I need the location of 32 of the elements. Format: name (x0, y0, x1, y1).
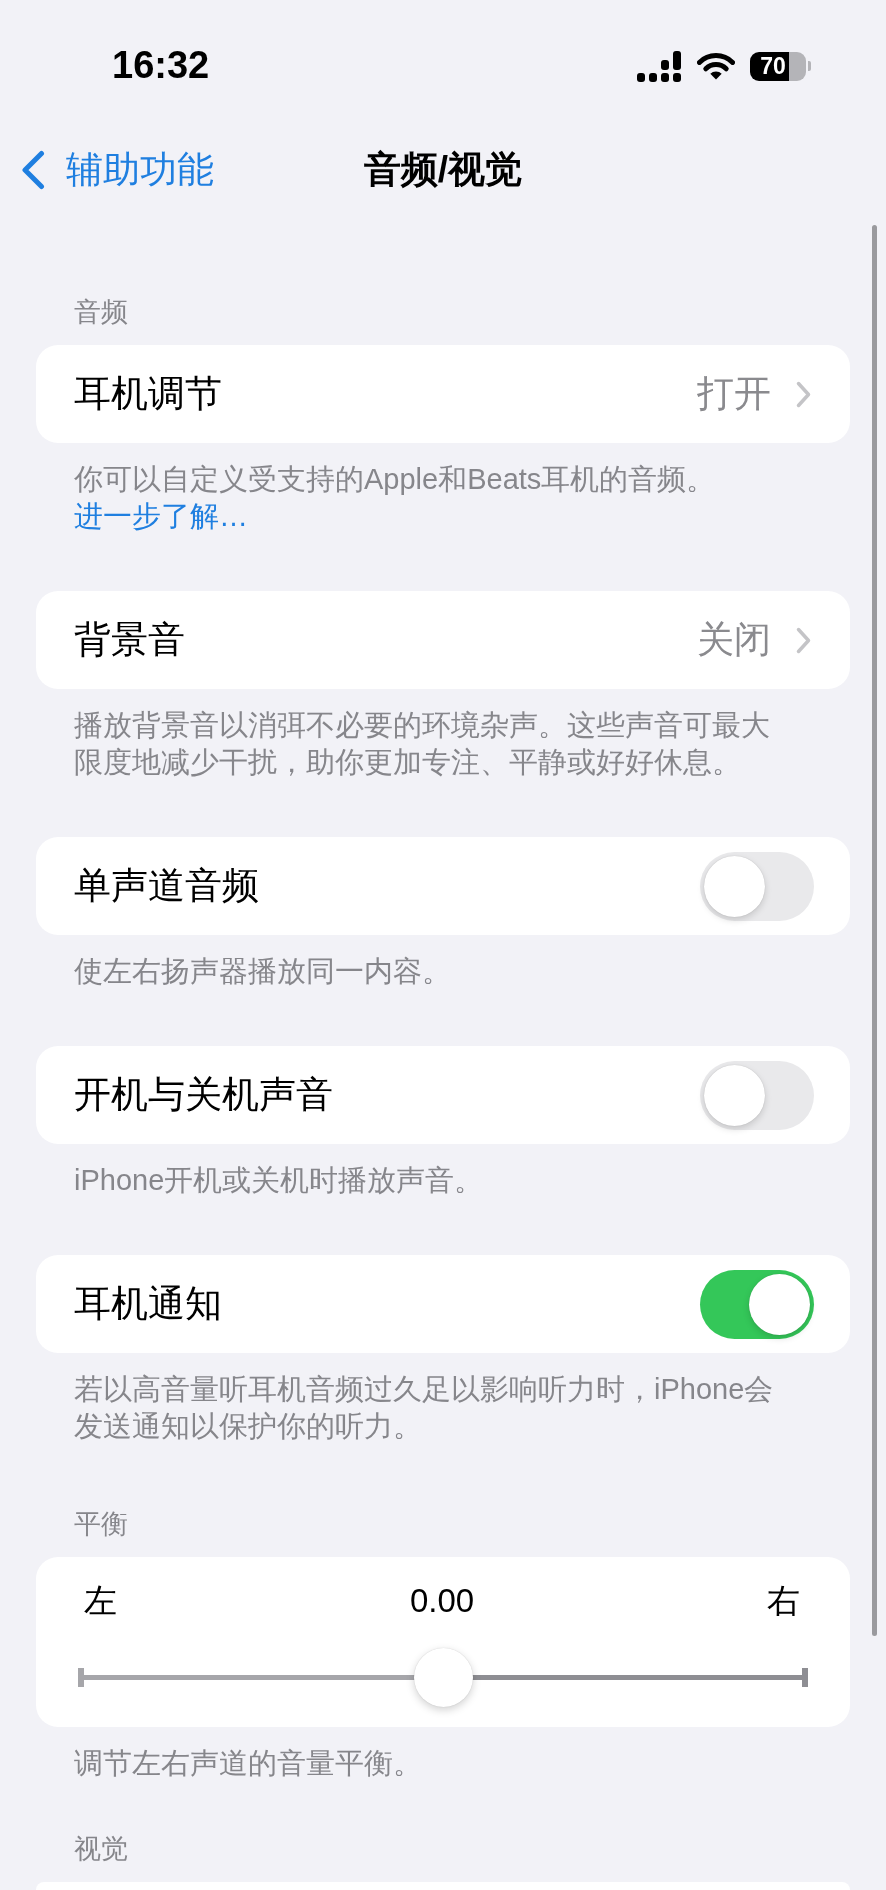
row-value: 打开 (697, 372, 771, 416)
chevron-right-icon (796, 626, 811, 654)
section-footer: iPhone开机或关机时播放声音。 (74, 1162, 786, 1199)
chevron-right-icon (796, 380, 811, 408)
balance-value: 0.00 (409, 1581, 475, 1621)
section-footer: 若以高音量听耳机音频过久足以影响听力时，iPhone会发送通知以保护你的听力。 (74, 1371, 786, 1445)
section-header: 平衡 (74, 1508, 129, 1541)
section-header: 音频 (74, 296, 129, 329)
row-label: 耳机通知 (74, 1282, 223, 1326)
section-footer: 调节左右声道的音量平衡。 (74, 1745, 786, 1782)
status-time: 16:32 (112, 43, 210, 87)
row-label: 开机与关机声音 (74, 1073, 334, 1117)
signal-icon (637, 50, 682, 82)
slider-thumb[interactable] (413, 1648, 473, 1707)
row-label: 背景音 (74, 618, 186, 662)
section-footer: 播放背景音以消弭不必要的环境杂声。这些声音可最大限度地减少干扰，助你更加专注、平静或好好休息。 (74, 707, 786, 781)
section-header: 视觉 (74, 1833, 129, 1866)
right-label: 右 (767, 1581, 800, 1621)
left-label: 左 (84, 1581, 117, 1621)
battery-percentage: 70 (760, 53, 786, 79)
settings-row[interactable]: 背景音 关闭 (36, 591, 850, 689)
row-value: 关闭 (697, 618, 771, 662)
learn-more-link[interactable]: 进一步了解… (74, 500, 248, 532)
wifi-icon (697, 52, 735, 80)
settings-row[interactable]: 耳机调节 打开 (36, 345, 850, 443)
back-button[interactable]: 辅助功能 (0, 147, 218, 193)
page-title: 音频/视觉 (363, 148, 523, 192)
row-label: 耳机调节 (74, 372, 223, 416)
row-label: 单声道音频 (74, 864, 260, 908)
section-footer: 使左右扬声器播放同一内容。 (74, 953, 786, 990)
section-footer: 你可以自定义受支持的Apple和Beats耳机的音频。 进一步了解… (74, 461, 786, 535)
chevron-left-icon (20, 150, 46, 190)
